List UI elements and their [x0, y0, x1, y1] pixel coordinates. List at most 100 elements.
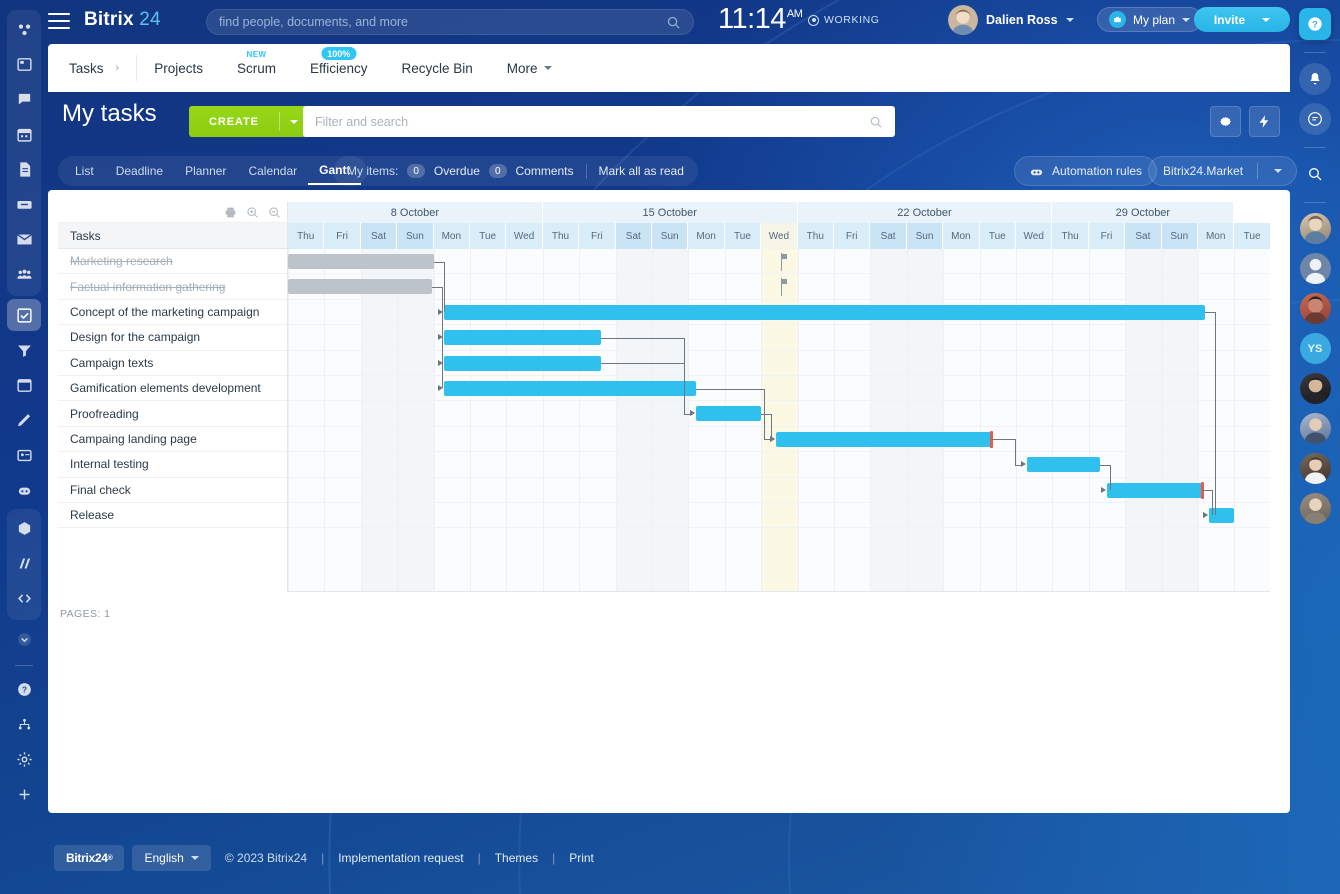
avatar[interactable]	[1300, 293, 1331, 324]
signature-icon[interactable]	[7, 404, 41, 436]
gantt-bar[interactable]	[696, 406, 762, 421]
automation-bolt-button[interactable]	[1249, 106, 1280, 137]
help-button[interactable]: ?	[1299, 8, 1331, 40]
work-status[interactable]: WORKING	[808, 14, 880, 26]
chevron-down-icon[interactable]	[1182, 18, 1190, 22]
search-icon[interactable]	[1299, 158, 1331, 190]
nav-item-scrum[interactable]: NEW Scrum	[220, 44, 293, 92]
mail-icon[interactable]	[7, 223, 41, 255]
footer-logo[interactable]: Bitrix24®	[54, 845, 124, 871]
tab-planner[interactable]: Planner	[174, 156, 237, 186]
my-plan-button[interactable]: My plan	[1097, 7, 1202, 32]
search-icon[interactable]	[666, 15, 681, 30]
groups-icon[interactable]	[7, 258, 41, 290]
news-feed-icon[interactable]	[7, 48, 41, 80]
avatar-initials[interactable]: YS	[1300, 333, 1331, 364]
crm-funnel-icon[interactable]	[7, 334, 41, 366]
left-sidebar[interactable]: ?	[0, 0, 48, 894]
tab-deadline[interactable]: Deadline	[105, 156, 174, 186]
calendar-icon[interactable]	[7, 118, 41, 150]
zoom-out-icon[interactable]	[268, 206, 281, 219]
mark-all-as-read-link[interactable]: Mark all as read	[599, 164, 684, 178]
avatar[interactable]	[1300, 253, 1331, 284]
print-icon[interactable]	[224, 206, 237, 219]
task-row[interactable]: Release	[58, 503, 287, 528]
global-search-input[interactable]	[219, 15, 666, 29]
task-row[interactable]: Final check	[58, 478, 287, 503]
gantt-bar[interactable]	[288, 254, 434, 269]
user-menu[interactable]: Dalien Ross	[948, 5, 1074, 35]
chevron-down-icon[interactable]	[1066, 18, 1074, 22]
nav-item-projects[interactable]: Projects	[137, 44, 220, 92]
gantt-bar[interactable]	[1209, 508, 1234, 523]
app-logo[interactable]: Bitrix 24	[84, 9, 161, 31]
task-row[interactable]: Design for the campaign	[58, 325, 287, 350]
task-row[interactable]: Campaign texts	[58, 351, 287, 376]
collaboration-icon[interactable]	[7, 13, 41, 45]
nav-item-efficiency[interactable]: 100% Efficiency	[293, 44, 385, 92]
task-row[interactable]: Concept of the marketing campaign	[58, 300, 287, 325]
gantt-bar[interactable]	[1107, 483, 1202, 498]
more-chevron-icon[interactable]	[7, 623, 41, 655]
chevron-down-icon[interactable]	[1262, 18, 1270, 22]
footer-link-themes[interactable]: Themes	[495, 851, 538, 865]
messenger-icon[interactable]	[1299, 103, 1331, 135]
nav-item-recycle-bin[interactable]: Recycle Bin	[385, 44, 490, 92]
footer-link-implementation[interactable]: Implementation request	[338, 851, 463, 865]
gantt-bar[interactable]	[444, 381, 696, 396]
contact-center-icon[interactable]	[7, 439, 41, 471]
avatar[interactable]	[1300, 453, 1331, 484]
sites-icon[interactable]	[7, 369, 41, 401]
sitemap-icon[interactable]	[7, 708, 41, 740]
help-icon[interactable]: ?	[7, 673, 41, 705]
invite-button[interactable]: Invite	[1194, 7, 1290, 32]
sidebar-item-tasks[interactable]	[7, 299, 41, 331]
task-row[interactable]: Marketing research	[58, 249, 287, 274]
gantt-bar[interactable]	[444, 305, 1205, 320]
automation-rules-button[interactable]: Automation rules	[1014, 156, 1157, 186]
market-dropdown[interactable]	[1266, 169, 1290, 173]
task-row[interactable]: Internal testing	[58, 452, 287, 477]
menu-burger-icon[interactable]	[48, 13, 70, 31]
task-row[interactable]: Proofreading	[58, 401, 287, 426]
zoom-in-icon[interactable]	[246, 206, 259, 219]
avatar[interactable]	[1300, 213, 1331, 244]
add-icon[interactable]	[7, 778, 41, 810]
inventory-icon[interactable]	[7, 512, 41, 544]
search-icon[interactable]	[869, 115, 883, 129]
chat-icon[interactable]	[7, 83, 41, 115]
developer-icon[interactable]	[7, 582, 41, 614]
milestone-flag-icon[interactable]	[778, 278, 787, 296]
analytics-icon[interactable]	[7, 547, 41, 579]
documents-icon[interactable]	[7, 153, 41, 185]
gantt-bar[interactable]	[1027, 457, 1100, 472]
create-button[interactable]: CREATE	[189, 106, 308, 137]
settings-gear-button[interactable]	[1210, 106, 1241, 137]
right-sidebar[interactable]: ? YS	[1290, 0, 1340, 894]
market-button[interactable]: Bitrix24.Market	[1148, 156, 1297, 186]
tab-list[interactable]: List	[64, 156, 105, 186]
gantt-bar[interactable]	[444, 356, 601, 371]
overdue-link[interactable]: Overdue	[434, 164, 480, 178]
task-row[interactable]: Campaing landing page	[58, 427, 287, 452]
automation-bot-icon[interactable]	[7, 474, 41, 506]
tab-calendar[interactable]: Calendar	[237, 156, 308, 186]
gantt-bar[interactable]	[776, 432, 991, 447]
timeline-body[interactable]	[288, 249, 1270, 592]
avatar[interactable]	[1300, 373, 1331, 404]
avatar[interactable]	[1300, 493, 1331, 524]
nav-item-more[interactable]: More	[490, 44, 569, 92]
task-row[interactable]: Gamification elements development	[58, 376, 287, 401]
filter-search-input[interactable]	[315, 115, 869, 129]
nav-item-tasks[interactable]: Tasks ›	[62, 44, 136, 92]
notification-bell-icon[interactable]	[1299, 63, 1331, 95]
settings-icon[interactable]	[7, 743, 41, 775]
milestone-flag-icon[interactable]	[778, 253, 787, 271]
global-search-box[interactable]	[206, 9, 694, 35]
footer-link-print[interactable]: Print	[569, 851, 594, 865]
task-row[interactable]: Factual information gathering	[58, 274, 287, 299]
language-selector[interactable]: English	[132, 845, 210, 871]
drive-icon[interactable]	[7, 188, 41, 220]
filter-search-box[interactable]	[303, 106, 895, 137]
comments-link[interactable]: Comments	[516, 164, 574, 178]
